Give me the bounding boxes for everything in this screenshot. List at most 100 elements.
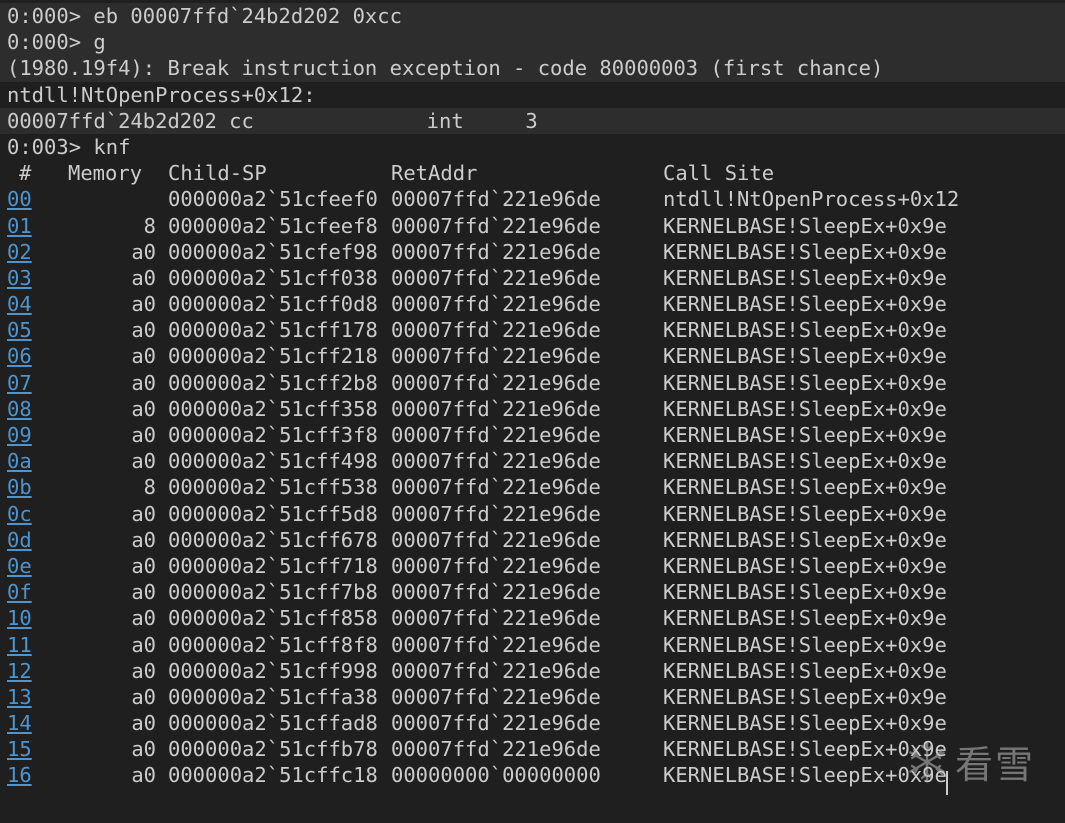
stack-frame-row: 09 a0 000000a2`51cff3f8 00007ffd`221e96de KE… (0, 422, 1065, 448)
stack-frame-row: 04 a0 000000a2`51cff0d8 00007ffd`221e96de KE… (0, 291, 1065, 317)
frame-number-link[interactable]: 08 (7, 396, 32, 422)
frame-number-link[interactable]: 0d (7, 527, 32, 553)
frame-child-sp: 000000a2`51cff3f8 (168, 423, 378, 447)
console-line: 0:000> g (0, 29, 1065, 56)
frame-ret-addr: 00007ffd`221e96de (391, 449, 601, 474)
frame-call-site: KERNELBASE!SleepEx+0x9e (663, 606, 947, 631)
frame-number-link[interactable]: 06 (7, 343, 32, 369)
frame-child-sp: 000000a2`51cffad8 (168, 711, 378, 736)
frame-call-site: KERNELBASE!SleepEx+0x9e (663, 213, 947, 238)
frame-number-link[interactable]: 0f (7, 579, 32, 605)
stack-frame-row: 05 a0 000000a2`51cff178 00007ffd`221e96de KE… (0, 317, 1065, 343)
frame-number-link[interactable]: 01 (7, 213, 32, 239)
frame-ret-addr: 00007ffd`221e96de (391, 606, 601, 631)
frame-child-sp: 000000a2`51cff858 (168, 606, 378, 631)
frame-memory: a0 (131, 292, 156, 317)
console-line: ntdll!NtOpenProcess+0x12: (7, 82, 316, 107)
frame-number-link[interactable]: 14 (7, 710, 32, 736)
frame-call-site: KERNELBASE!SleepEx+0x9e (663, 501, 947, 526)
frame-call-site: KERNELBASE!SleepEx+0x9e (663, 449, 947, 474)
frame-call-site: KERNELBASE!SleepEx+0x9e (663, 711, 947, 736)
frame-child-sp: 000000a2`51cff178 (168, 318, 378, 343)
frame-call-site: KERNELBASE!SleepEx+0x9e (663, 527, 947, 552)
stack-frame-row: 11 a0 000000a2`51cff8f8 00007ffd`221e96de KE… (0, 632, 1065, 658)
frame-number-link[interactable]: 05 (7, 317, 32, 343)
frame-call-site: KERNELBASE!SleepEx+0x9e (663, 370, 947, 395)
frame-child-sp: 000000a2`51cff718 (168, 553, 378, 578)
frame-child-sp: 000000a2`51cff8f8 (168, 632, 378, 657)
frame-ret-addr: 00007ffd`221e96de (391, 396, 601, 421)
frame-ret-addr: 00007ffd`221e96de (391, 292, 601, 317)
stack-frame-row: 0d a0 000000a2`51cff678 00007ffd`221e96de KE… (0, 527, 1065, 553)
stack-frame-row: 08 a0 000000a2`51cff358 00007ffd`221e96de KE… (0, 396, 1065, 422)
stack-table-header: # Memory Child-SP RetAddr Call Site (0, 160, 1065, 186)
frame-number-link[interactable]: 0c (7, 501, 32, 527)
frame-ret-addr: 00007ffd`221e96de (391, 658, 601, 683)
console-line: 0:003> knf (7, 134, 131, 159)
frame-ret-addr: 00007ffd`221e96de (391, 265, 601, 290)
header-child-sp: Child-SP (168, 161, 267, 186)
frame-number-link[interactable]: 15 (7, 736, 32, 762)
frame-number-link[interactable]: 00 (7, 186, 32, 212)
stack-frame-row: 00 000000a2`51cfeef0 00007ffd`221e96de ntdl… (0, 186, 1065, 212)
frame-number-link[interactable]: 10 (7, 605, 32, 631)
frame-number-link[interactable]: 16 (7, 762, 32, 788)
frame-call-site: KERNELBASE!SleepEx+0x9e (663, 632, 947, 657)
frame-number-link[interactable]: 09 (7, 422, 32, 448)
frame-memory: a0 (131, 527, 156, 552)
frame-number-link[interactable]: 03 (7, 265, 32, 291)
frame-number-link[interactable]: 0a (7, 448, 32, 474)
frame-call-site: KERNELBASE!SleepEx+0x9e (663, 580, 947, 605)
stack-frame-row: 06 a0 000000a2`51cff218 00007ffd`221e96de KE… (0, 343, 1065, 369)
frame-child-sp: 000000a2`51cff7b8 (168, 580, 378, 605)
frame-call-site: KERNELBASE!SleepEx+0x9e (663, 239, 947, 264)
frame-ret-addr: 00007ffd`221e96de (391, 632, 601, 657)
header-memory: Memory (68, 161, 143, 186)
stack-frame-row: 0b 8 000000a2`51cff538 00007ffd`221e96de KER… (0, 474, 1065, 500)
frame-child-sp: 000000a2`51cffa38 (168, 684, 378, 709)
stack-frame-row: 0e a0 000000a2`51cff718 00007ffd`221e96de KE… (0, 553, 1065, 579)
header-num: # (19, 161, 32, 186)
frame-ret-addr: 00007ffd`221e96de (391, 527, 601, 552)
frame-memory: a0 (131, 580, 156, 605)
frame-number-link[interactable]: 13 (7, 684, 32, 710)
frame-call-site: KERNELBASE!SleepEx+0x9e (663, 658, 947, 683)
stack-frame-row: 10 a0 000000a2`51cff858 00007ffd`221e96de KE… (0, 605, 1065, 631)
frame-ret-addr: 00000000`00000000 (391, 763, 601, 788)
frame-number-link[interactable]: 0e (7, 553, 32, 579)
stack-frame-row: 0c a0 000000a2`51cff5d8 00007ffd`221e96de KE… (0, 501, 1065, 527)
frame-memory: a0 (131, 501, 156, 526)
frame-child-sp: 000000a2`51cff5d8 (168, 501, 378, 526)
stack-table-body: 00 000000a2`51cfeef0 00007ffd`221e96de ntdl… (0, 186, 1065, 788)
watermark-text: 看雪 (955, 743, 1036, 787)
frame-child-sp: 000000a2`51cff2b8 (168, 370, 378, 395)
frame-child-sp: 000000a2`51cfeef0 (168, 187, 378, 212)
frame-call-site: KERNELBASE!SleepEx+0x9e (663, 475, 947, 500)
frame-call-site: KERNELBASE!SleepEx+0x9e (663, 292, 947, 317)
frame-ret-addr: 00007ffd`221e96de (391, 187, 601, 212)
stack-frame-row: 03 a0 000000a2`51cff038 00007ffd`221e96de KE… (0, 265, 1065, 291)
frame-number-link[interactable]: 0b (7, 474, 32, 500)
frame-memory: 8 (143, 475, 156, 500)
frame-number-link[interactable]: 02 (7, 239, 32, 265)
frame-ret-addr: 00007ffd`221e96de (391, 239, 601, 264)
frame-call-site: KERNELBASE!SleepEx+0x9e (663, 265, 947, 290)
snowflake-icon (905, 740, 949, 790)
frame-call-site: KERNELBASE!SleepEx+0x9e (663, 553, 947, 578)
frame-child-sp: 000000a2`51cff538 (168, 475, 378, 500)
frame-ret-addr: 00007ffd`221e96de (391, 711, 601, 736)
frame-memory: a0 (131, 763, 156, 788)
frame-memory: a0 (131, 239, 156, 264)
frame-ret-addr: 00007ffd`221e96de (391, 213, 601, 238)
command-history: 0:000> eb 00007ffd`24b2d202 0xcc 0:000> g… (0, 3, 1065, 160)
frame-number-link[interactable]: 07 (7, 370, 32, 396)
frame-child-sp: 000000a2`51cff498 (168, 449, 378, 474)
frame-call-site: KERNELBASE!SleepEx+0x9e (663, 684, 947, 709)
frame-child-sp: 000000a2`51cff218 (168, 344, 378, 369)
watermark: 看雪 (905, 740, 1035, 790)
frame-number-link[interactable]: 12 (7, 658, 32, 684)
frame-number-link[interactable]: 11 (7, 632, 32, 658)
frame-ret-addr: 00007ffd`221e96de (391, 344, 601, 369)
frame-number-link[interactable]: 04 (7, 291, 32, 317)
frame-memory: a0 (131, 449, 156, 474)
